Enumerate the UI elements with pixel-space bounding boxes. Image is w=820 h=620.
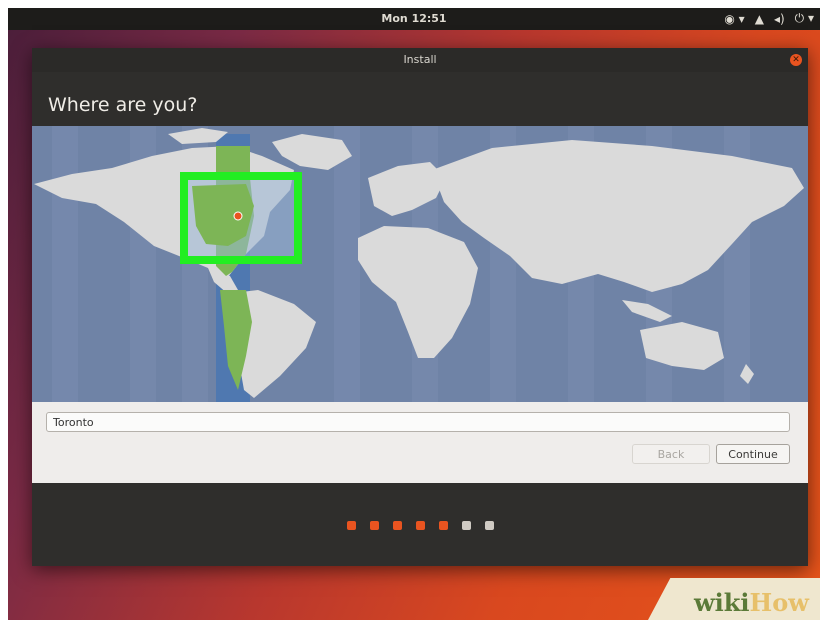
top-panel: Mon 12:51 ◉ ▾ ▲ ◂) ⏻ ▾ <box>8 8 820 30</box>
progress-dot <box>461 521 471 530</box>
window-titlebar: Install ✕ <box>32 48 808 72</box>
location-input[interactable] <box>46 412 790 432</box>
watermark-logo: wikiHow <box>694 588 809 617</box>
progress-dot <box>369 521 379 530</box>
power-icon[interactable]: ⏻ ▾ <box>795 11 814 26</box>
clock[interactable]: Mon 12:51 <box>8 12 820 25</box>
progress-area <box>32 483 808 566</box>
progress-dot <box>346 521 356 530</box>
back-button[interactable]: Back <box>632 444 710 464</box>
progress-dot <box>484 521 494 530</box>
window-title: Install <box>403 53 437 66</box>
location-pin[interactable] <box>233 211 243 221</box>
progress-dot <box>438 521 448 530</box>
network-icon[interactable]: ▲ <box>755 12 764 26</box>
continue-button[interactable]: Continue <box>716 444 790 464</box>
close-button[interactable]: ✕ <box>790 54 802 66</box>
accessibility-icon[interactable]: ◉ ▾ <box>724 12 744 26</box>
system-tray: ◉ ▾ ▲ ◂) ⏻ ▾ <box>724 11 814 26</box>
controls-panel: Back Continue <box>32 402 808 483</box>
progress-dot <box>415 521 425 530</box>
timezone-map[interactable] <box>32 126 808 402</box>
world-map[interactable] <box>32 126 808 402</box>
progress-dot <box>392 521 402 530</box>
volume-icon[interactable]: ◂) <box>774 12 785 26</box>
page-title: Where are you? <box>48 94 198 116</box>
desktop: Mon 12:51 ◉ ▾ ▲ ◂) ⏻ ▾ Install ✕ Where a… <box>8 8 820 620</box>
progress-dots <box>32 521 808 530</box>
installer-window: Install ✕ Where are you? Toronto Back Co… <box>32 48 808 566</box>
